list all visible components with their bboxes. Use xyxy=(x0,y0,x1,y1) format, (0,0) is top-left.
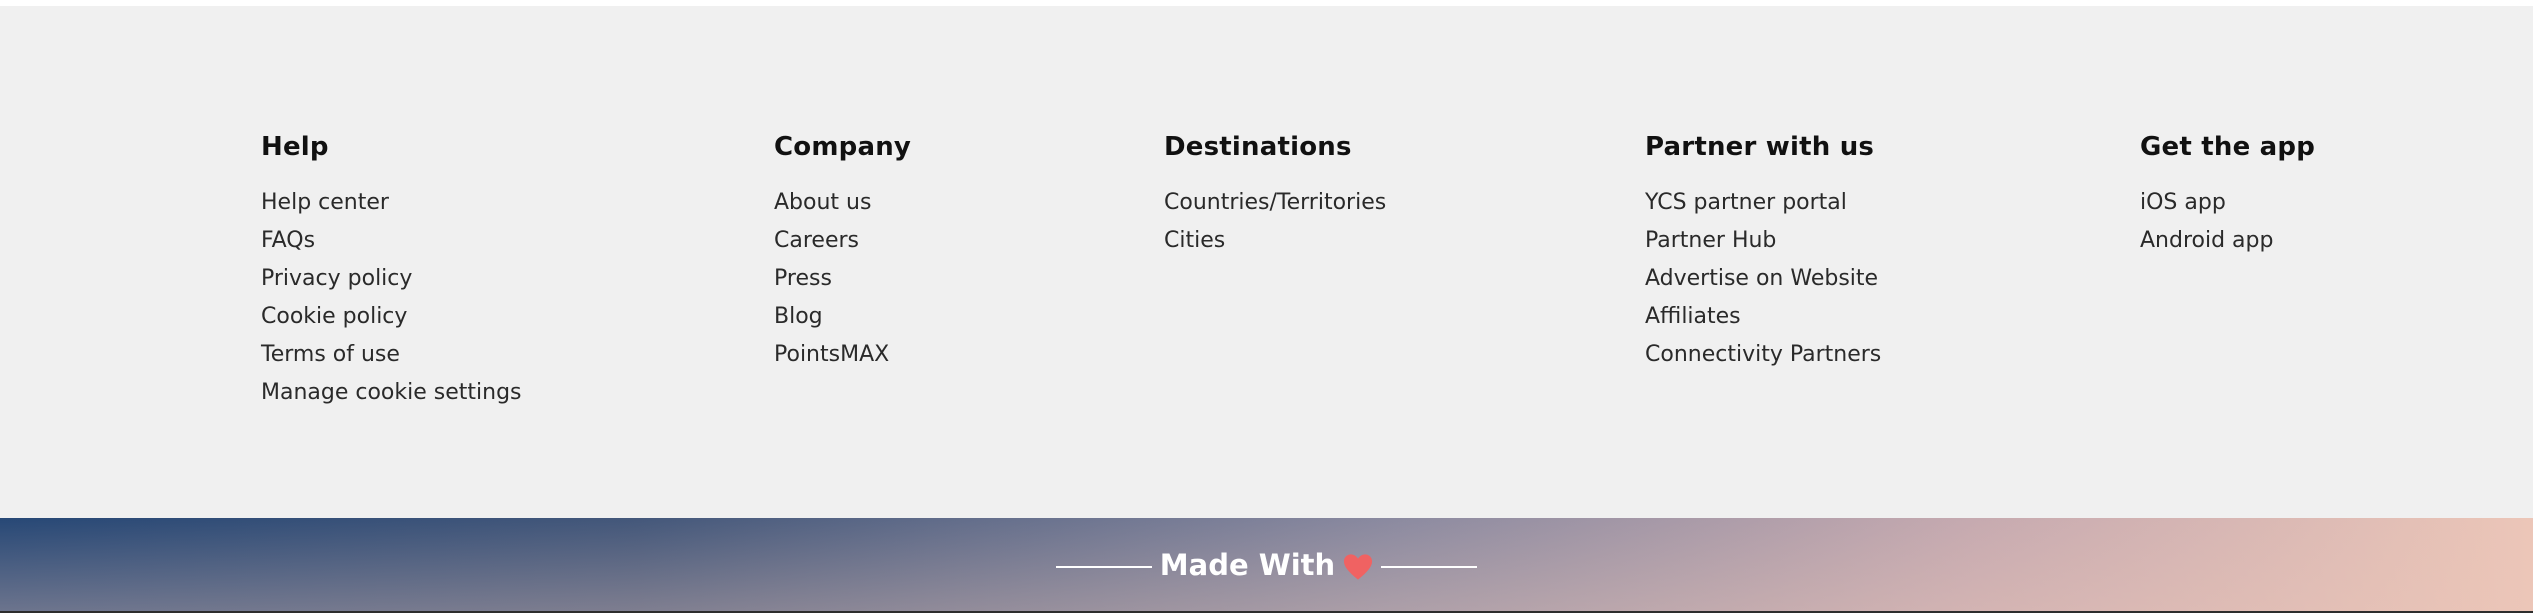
careers-link[interactable]: Careers xyxy=(774,228,859,253)
terms-of-use-link[interactable]: Terms of use xyxy=(261,342,400,367)
column-heading: Partner with us xyxy=(1645,132,1875,162)
cities-link[interactable]: Cities xyxy=(1164,228,1225,253)
advertise-link[interactable]: Advertise on Website xyxy=(1645,266,1878,291)
site-footer: Help Help center FAQs Privacy policy Coo… xyxy=(0,6,2533,518)
list-item: Press xyxy=(774,264,911,302)
faqs-link[interactable]: FAQs xyxy=(261,228,315,253)
footer-column-partner: Partner with us YCS partner portal Partn… xyxy=(1645,130,1881,378)
list-item: Careers xyxy=(774,226,911,264)
list-item: Advertise on Website xyxy=(1645,264,1881,302)
link-list: About us Careers Press Blog PointsMAX xyxy=(774,188,911,378)
manage-cookie-settings-link[interactable]: Manage cookie settings xyxy=(261,380,522,405)
list-item: FAQs xyxy=(261,226,522,264)
made-with-banner: Made With xyxy=(0,518,2533,613)
about-us-link[interactable]: About us xyxy=(774,190,871,215)
ios-app-link[interactable]: iOS app xyxy=(2140,190,2226,215)
android-app-link[interactable]: Android app xyxy=(2140,228,2273,253)
list-item: PointsMAX xyxy=(774,340,911,378)
link-list: Countries/Territories Cities xyxy=(1164,188,1386,264)
list-item: Affiliates xyxy=(1645,302,1881,340)
list-item: Cities xyxy=(1164,226,1386,264)
list-item: Partner Hub xyxy=(1645,226,1881,264)
link-list: YCS partner portal Partner Hub Advertise… xyxy=(1645,188,1881,378)
column-heading: Destinations xyxy=(1164,132,1352,162)
countries-territories-link[interactable]: Countries/Territories xyxy=(1164,190,1386,215)
right-divider-line xyxy=(1381,566,1478,568)
connectivity-partners-link[interactable]: Connectivity Partners xyxy=(1645,342,1881,367)
press-link[interactable]: Press xyxy=(774,266,832,291)
list-item: Blog xyxy=(774,302,911,340)
left-divider-line xyxy=(1055,566,1152,568)
affiliates-link[interactable]: Affiliates xyxy=(1645,304,1741,329)
heart-icon xyxy=(1344,554,1373,580)
column-heading: Company xyxy=(774,132,912,162)
partner-hub-link[interactable]: Partner Hub xyxy=(1645,228,1776,253)
cookie-policy-link[interactable]: Cookie policy xyxy=(261,304,407,329)
made-with-label: Made With xyxy=(0,548,2533,582)
column-heading: Help xyxy=(261,132,329,162)
made-with-text: Made With xyxy=(1159,548,1336,582)
page: Help Help center FAQs Privacy policy Coo… xyxy=(0,0,2533,613)
list-item: Cookie policy xyxy=(261,302,522,340)
footer-column-company: Company About us Careers Press Blog Poin… xyxy=(774,130,911,378)
link-list: Help center FAQs Privacy policy Cookie p… xyxy=(261,188,522,416)
privacy-policy-link[interactable]: Privacy policy xyxy=(261,266,412,291)
pointsmax-link[interactable]: PointsMAX xyxy=(774,342,889,367)
footer-column-destinations: Destinations Countries/Territories Citie… xyxy=(1164,130,1386,264)
list-item: Privacy policy xyxy=(261,264,522,302)
blog-link[interactable]: Blog xyxy=(774,304,823,329)
footer-column-help: Help Help center FAQs Privacy policy Coo… xyxy=(261,130,522,416)
ycs-partner-portal-link[interactable]: YCS partner portal xyxy=(1645,190,1847,215)
list-item: About us xyxy=(774,188,911,226)
link-list: iOS app Android app xyxy=(2140,188,2315,264)
list-item: iOS app xyxy=(2140,188,2315,226)
list-item: Countries/Territories xyxy=(1164,188,1386,226)
list-item: Help center xyxy=(261,188,522,226)
list-item: YCS partner portal xyxy=(1645,188,1881,226)
help-center-link[interactable]: Help center xyxy=(261,190,389,215)
list-item: Connectivity Partners xyxy=(1645,340,1881,378)
list-item: Terms of use xyxy=(261,340,522,378)
list-item: Manage cookie settings xyxy=(261,378,522,416)
footer-column-get-the-app: Get the app iOS app Android app xyxy=(2140,130,2315,264)
list-item: Android app xyxy=(2140,226,2315,264)
column-heading: Get the app xyxy=(2140,132,2316,162)
